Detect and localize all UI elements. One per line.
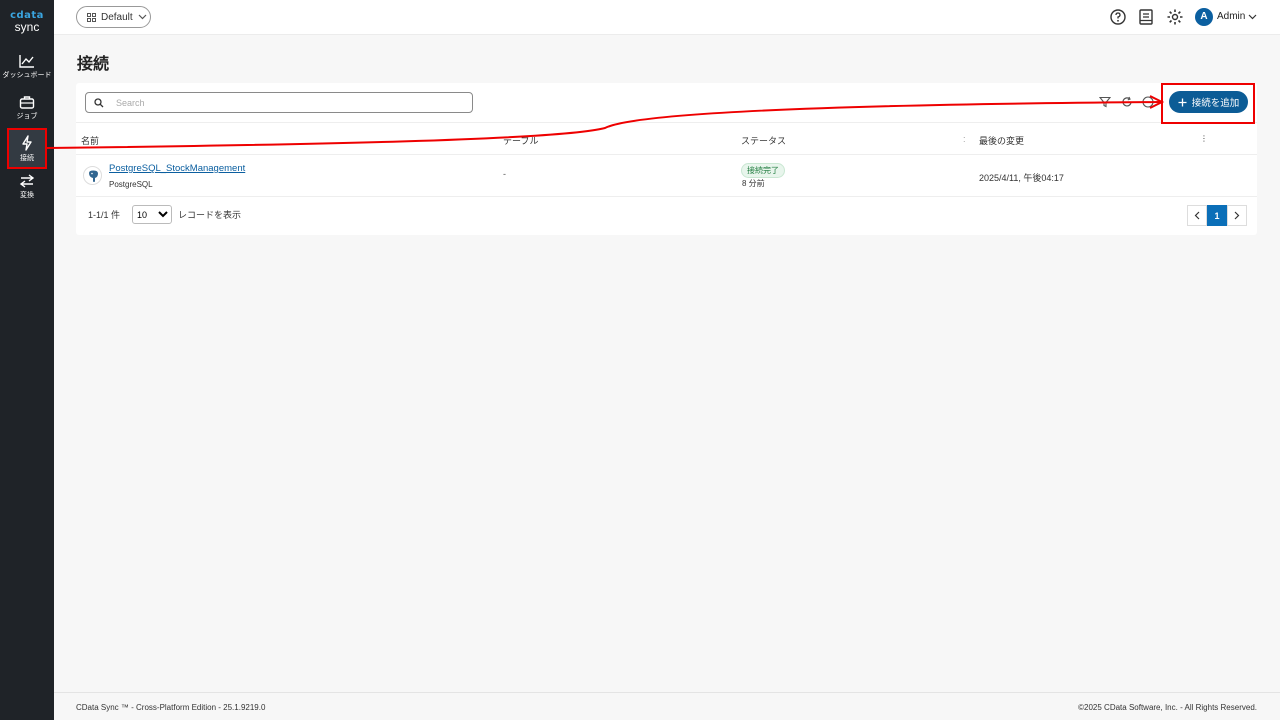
- nav-label-transform: 変換: [20, 192, 34, 199]
- postgresql-icon: [83, 166, 102, 185]
- record-count: 1-1/1 件: [88, 210, 121, 220]
- table-header: 名前 テーブル ステータス : 最後の変更 ⋮: [76, 122, 1257, 155]
- column-settings-icon[interactable]: ⋮: [1200, 134, 1208, 143]
- user-avatar[interactable]: A: [1195, 8, 1213, 26]
- status-time: 8 分前: [742, 179, 765, 188]
- column-header-modified[interactable]: 最後の変更: [979, 134, 1024, 147]
- cdata-sync-logo[interactable]: cdata sync: [0, 10, 54, 33]
- page-button-current[interactable]: 1: [1207, 205, 1227, 226]
- column-resize-handle[interactable]: :: [963, 134, 966, 144]
- sidebar: cdata sync ダッシュボード ジョブ 接続 変換: [0, 0, 54, 720]
- help-icon[interactable]: [1142, 96, 1154, 108]
- footer-version: CData Sync ™ - Cross-Platform Edition - …: [76, 703, 266, 712]
- chevron-left-icon: [1194, 211, 1200, 220]
- swap-icon: [19, 174, 35, 188]
- workspace-selector[interactable]: Default: [76, 6, 151, 28]
- logo-product: sync: [14, 20, 40, 34]
- top-bar: Default A Admin: [54, 0, 1280, 35]
- page-title: 接続: [77, 56, 110, 73]
- grid-icon: [87, 12, 96, 22]
- gear-icon[interactable]: [1166, 8, 1184, 26]
- chart-line-icon: [19, 55, 34, 68]
- briefcase-icon: [19, 96, 35, 109]
- refresh-icon[interactable]: [1121, 96, 1133, 108]
- table-row[interactable]: PostgreSQL_StockManagement PostgreSQL - …: [76, 155, 1257, 197]
- next-page-button[interactable]: [1227, 205, 1247, 226]
- footer: CData Sync ™ - Cross-Platform Edition - …: [54, 692, 1280, 720]
- docs-icon[interactable]: [1137, 8, 1155, 26]
- user-menu[interactable]: Admin: [1217, 11, 1257, 22]
- column-header-table[interactable]: テーブル: [503, 134, 538, 147]
- status-badge: 接続完了: [741, 163, 785, 178]
- prev-page-button[interactable]: [1187, 205, 1207, 226]
- filter-icon[interactable]: [1099, 96, 1111, 108]
- nav-item-connections[interactable]: 接続: [7, 128, 47, 169]
- nav-label-connections: 接続: [20, 155, 34, 162]
- nav-item-transform[interactable]: 変換: [0, 174, 54, 212]
- connections-card: 接続を追加 名前 テーブル ステータス : 最後の変更 ⋮ PostgreSQL…: [76, 83, 1257, 235]
- column-header-name[interactable]: 名前: [81, 134, 99, 147]
- help-icon[interactable]: [1109, 8, 1127, 26]
- footer-copyright: ©2025 CData Software, Inc. - All Rights …: [1078, 703, 1257, 712]
- pagination-summary: 1-1/1 件 10 レコードを表示: [88, 205, 241, 224]
- page-size-select[interactable]: 10: [132, 205, 173, 224]
- workspace-label: Default: [101, 11, 133, 23]
- connection-type: PostgreSQL: [109, 180, 153, 189]
- search-input[interactable]: [116, 97, 456, 108]
- last-modified: 2025/4/11, 午後04:17: [979, 173, 1064, 183]
- nav-label-jobs: ジョブ: [16, 113, 38, 120]
- page-size-label: レコードを表示: [178, 210, 242, 220]
- nav-label-dashboard: ダッシュボード: [2, 72, 52, 79]
- pagination: 1: [1187, 205, 1247, 226]
- search-box[interactable]: [85, 92, 473, 113]
- connection-name-link[interactable]: PostgreSQL_StockManagement: [109, 163, 245, 174]
- search-icon: [94, 97, 104, 107]
- chevron-down-icon: [138, 14, 147, 20]
- column-header-status[interactable]: ステータス: [741, 134, 786, 147]
- connection-table: -: [503, 169, 506, 179]
- nav-item-dashboard[interactable]: ダッシュボード: [0, 54, 54, 92]
- annotation-highlight-add-button: [1161, 83, 1255, 124]
- chevron-down-icon: [1248, 14, 1257, 19]
- user-name: Admin: [1217, 11, 1246, 22]
- lightning-icon: [22, 135, 32, 151]
- chevron-right-icon: [1234, 211, 1240, 220]
